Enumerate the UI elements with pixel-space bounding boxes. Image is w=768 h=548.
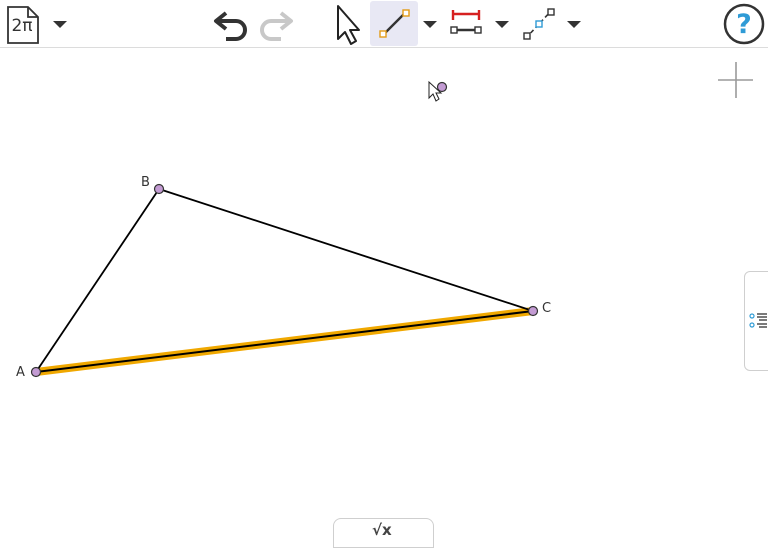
redo-icon [260,11,293,41]
distance-tool-dropdown[interactable] [491,0,513,48]
preview-point [436,81,448,93]
undo-button[interactable] [210,0,252,48]
algebra-view-toggle[interactable] [744,271,768,371]
chevron-down-icon [495,21,509,28]
plus-icon[interactable] [718,62,753,98]
segment-tool-icon [379,8,410,38]
chevron-down-icon [567,21,581,28]
graphics-canvas[interactable]: A B C [0,48,768,542]
sqrt-x-icon: √x [372,521,392,539]
segment-bc[interactable] [158,188,534,312]
chevron-down-icon [53,21,67,28]
point-label-a: A [16,365,25,380]
redo-button[interactable] [255,0,297,48]
point-label-b: B [141,175,150,190]
undo-icon [214,11,247,41]
line-tool-button[interactable] [518,0,558,48]
segment-ac[interactable] [35,310,534,373]
input-bar-toggle[interactable]: √x [333,518,434,548]
algebra-list-icon [749,313,767,328]
move-arrow-icon [337,5,360,45]
line-tool-icon [523,8,555,40]
toolbar: 2π ? [0,0,768,48]
move-tool-button[interactable] [326,0,366,48]
chevron-down-icon [423,21,437,28]
point-b[interactable] [153,183,165,195]
segment-ab[interactable] [35,188,160,373]
help-button[interactable]: ? [720,0,768,48]
point-label-c: C [542,301,552,316]
point-a[interactable] [30,366,42,378]
distance-tool-button[interactable] [446,0,486,48]
segment-tool-button[interactable] [370,1,418,46]
line-tool-dropdown[interactable] [563,0,585,48]
construction-drawing[interactable] [0,48,768,542]
point-c[interactable] [527,305,539,317]
help-icon: ? [723,3,765,45]
file-menu-dropdown[interactable] [48,0,72,48]
segment-tool-dropdown[interactable] [419,0,441,48]
file-menu-label: 2π [11,16,33,36]
svg-text:?: ? [736,9,752,40]
file-menu-button[interactable]: 2π [6,5,42,45]
distance-tool-icon [450,10,482,34]
